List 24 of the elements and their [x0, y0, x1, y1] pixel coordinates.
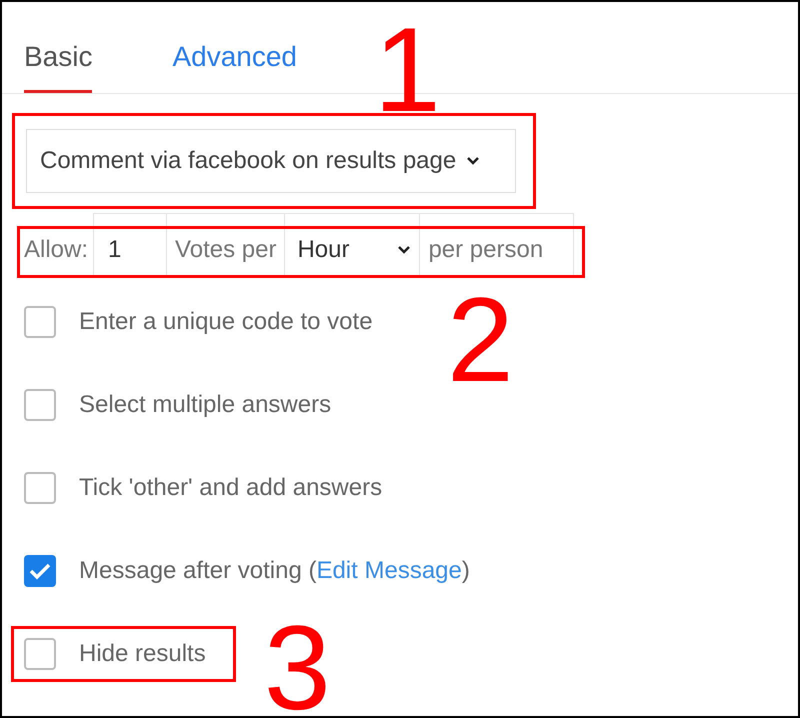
checkmark-icon: [29, 562, 51, 580]
option-label: Enter a unique code to vote: [79, 306, 373, 336]
annotation-number: 3: [264, 608, 331, 716]
chevron-down-icon: [397, 244, 412, 254]
checkbox[interactable]: [24, 388, 56, 420]
checkbox[interactable]: [24, 306, 56, 338]
tab[interactable]: Basic: [24, 36, 92, 93]
option-label: Message after voting (Edit Message): [79, 556, 470, 586]
annotation-number: 2: [447, 280, 514, 400]
comment-select[interactable]: Comment via facebook on results page: [26, 129, 516, 193]
annotation-number: 1: [374, 10, 441, 130]
per-person-label: per person: [420, 213, 574, 276]
tab[interactable]: Advanced: [172, 36, 298, 93]
option-label: Tick 'other' and add answers: [79, 472, 382, 502]
checkbox[interactable]: [24, 472, 56, 504]
chevron-down-icon: [466, 156, 480, 166]
votes-per-label: Votes per: [167, 213, 284, 276]
option-label: Select multiple answers: [79, 390, 332, 420]
checkbox[interactable]: [24, 638, 56, 670]
option-label: Hide results: [79, 638, 206, 668]
period-select[interactable]: Hour: [284, 213, 420, 276]
checkbox[interactable]: [24, 554, 56, 586]
votes-input[interactable]: 1: [93, 213, 168, 276]
allow-label: Allow:: [24, 234, 90, 264]
